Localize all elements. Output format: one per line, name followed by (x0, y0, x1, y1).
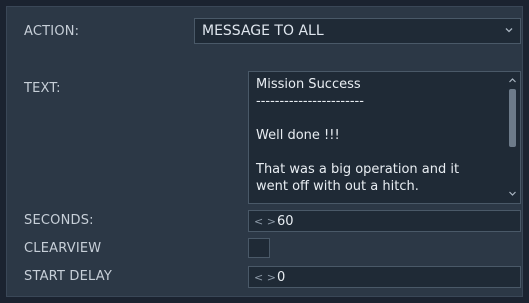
start-delay-field[interactable]: < > 0 (248, 266, 521, 288)
message-line (256, 110, 501, 127)
text-label: TEXT: (24, 81, 61, 96)
textarea-scrollbar[interactable] (507, 74, 518, 201)
action-selected-value: MESSAGE TO ALL (202, 23, 324, 39)
start-delay-stepper[interactable]: < > (249, 267, 277, 287)
clearview-label: CLEARVIEW (24, 241, 102, 256)
start-delay-value: 0 (277, 269, 286, 285)
message-line: That was a big operation and it (256, 162, 460, 177)
scroll-up-arrow-icon[interactable] (508, 76, 517, 85)
seconds-value: 60 (277, 213, 294, 229)
message-line: Well done !!! (256, 128, 340, 143)
message-line: Mission Success (256, 77, 361, 92)
message-text: Mission Success ----------------------- … (256, 76, 501, 195)
action-dropdown[interactable]: MESSAGE TO ALL (194, 18, 521, 44)
seconds-label: SECONDS: (24, 213, 94, 228)
clearview-checkbox[interactable] (248, 238, 270, 258)
message-textarea[interactable]: Mission Success ----------------------- … (248, 71, 521, 204)
scrollbar-thumb[interactable] (509, 89, 516, 147)
action-label: ACTION: (24, 24, 80, 39)
seconds-field[interactable]: < > 60 (248, 210, 521, 232)
scroll-down-arrow-icon[interactable] (508, 189, 517, 198)
message-line: ----------------------- (256, 94, 364, 109)
seconds-stepper[interactable]: < > (249, 211, 277, 231)
start-delay-label: START DELAY (24, 269, 113, 284)
message-line: went off with out a hitch. (256, 179, 419, 194)
message-line (256, 144, 501, 161)
chevron-down-icon (505, 28, 513, 33)
